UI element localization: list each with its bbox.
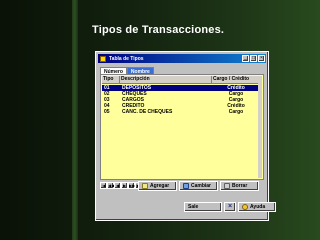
delete-button-label: Borrar	[232, 183, 248, 189]
column-header-descripcion[interactable]: Descripción	[120, 76, 212, 84]
vertical-scrollbar[interactable]	[258, 76, 262, 178]
column-header-cargo-credito[interactable]: Cargo / Crédito	[212, 76, 260, 84]
column-header-tipo[interactable]: Tipo	[102, 76, 120, 84]
add-record-icon	[142, 183, 148, 189]
action-buttons: Agregar Cambiar Borrar	[138, 181, 259, 191]
grid-panel: Tipo Descripción Cargo / Crédito 01 DEPO…	[100, 74, 264, 180]
window-title: Tabla de Tipos	[109, 55, 144, 62]
cell-tipo: 05	[104, 109, 110, 115]
first-record-button[interactable]: |◀	[100, 182, 107, 189]
cancel-x-button[interactable]: ×	[224, 202, 236, 212]
slide-title: Tipos de Transacciones.	[92, 24, 225, 36]
add-button[interactable]: Agregar	[138, 181, 177, 191]
next-record-button[interactable]: ▶	[121, 182, 128, 189]
app-icon	[100, 55, 106, 62]
help-button[interactable]: Ayuda	[238, 202, 276, 212]
grid-rows: 01 DEPOSITOS Crédito 02 CHEQUES Cargo 03…	[102, 85, 260, 115]
edit-record-icon	[183, 183, 189, 189]
minimize-button[interactable]: _	[242, 55, 249, 62]
window-titlebar[interactable]: Tabla de Tipos _ □ ×	[98, 54, 266, 63]
exit-button-label: Sale	[188, 204, 199, 210]
delete-record-icon	[224, 183, 230, 189]
exit-button[interactable]: Sale	[184, 202, 222, 212]
close-button[interactable]: ×	[258, 55, 265, 62]
prev-page-button[interactable]: ◀◀	[107, 182, 114, 189]
next-page-button[interactable]: ▶▶	[128, 182, 135, 189]
change-button-label: Cambiar	[191, 183, 212, 189]
table-row[interactable]: 05 CANC. DE CHEQUES Cargo	[102, 109, 260, 115]
prev-record-button[interactable]: ◀	[114, 182, 121, 189]
record-navigator: |◀ ◀◀ ◀ ▶ ▶▶ ▶|	[100, 182, 142, 189]
add-button-label: Agregar	[150, 183, 170, 189]
slide-decor-bar	[72, 0, 78, 240]
help-button-label: Ayuda	[250, 204, 266, 210]
cell-cargo-credito: Cargo	[228, 109, 244, 115]
dialog-buttons: Sale × Ayuda	[184, 202, 276, 212]
grid-header: Tipo Descripción Cargo / Crédito	[102, 76, 260, 84]
delete-button[interactable]: Borrar	[220, 181, 259, 191]
change-button[interactable]: Cambiar	[179, 181, 218, 191]
tabla-de-tipos-window: Tabla de Tipos _ □ × Número Nombre Tipo …	[95, 51, 276, 221]
help-icon	[242, 204, 248, 210]
window-controls: _ □ ×	[242, 55, 265, 62]
close-x-icon: ×	[227, 203, 233, 210]
cell-descripcion: CANC. DE CHEQUES	[122, 109, 173, 115]
maximize-button[interactable]: □	[250, 55, 257, 62]
